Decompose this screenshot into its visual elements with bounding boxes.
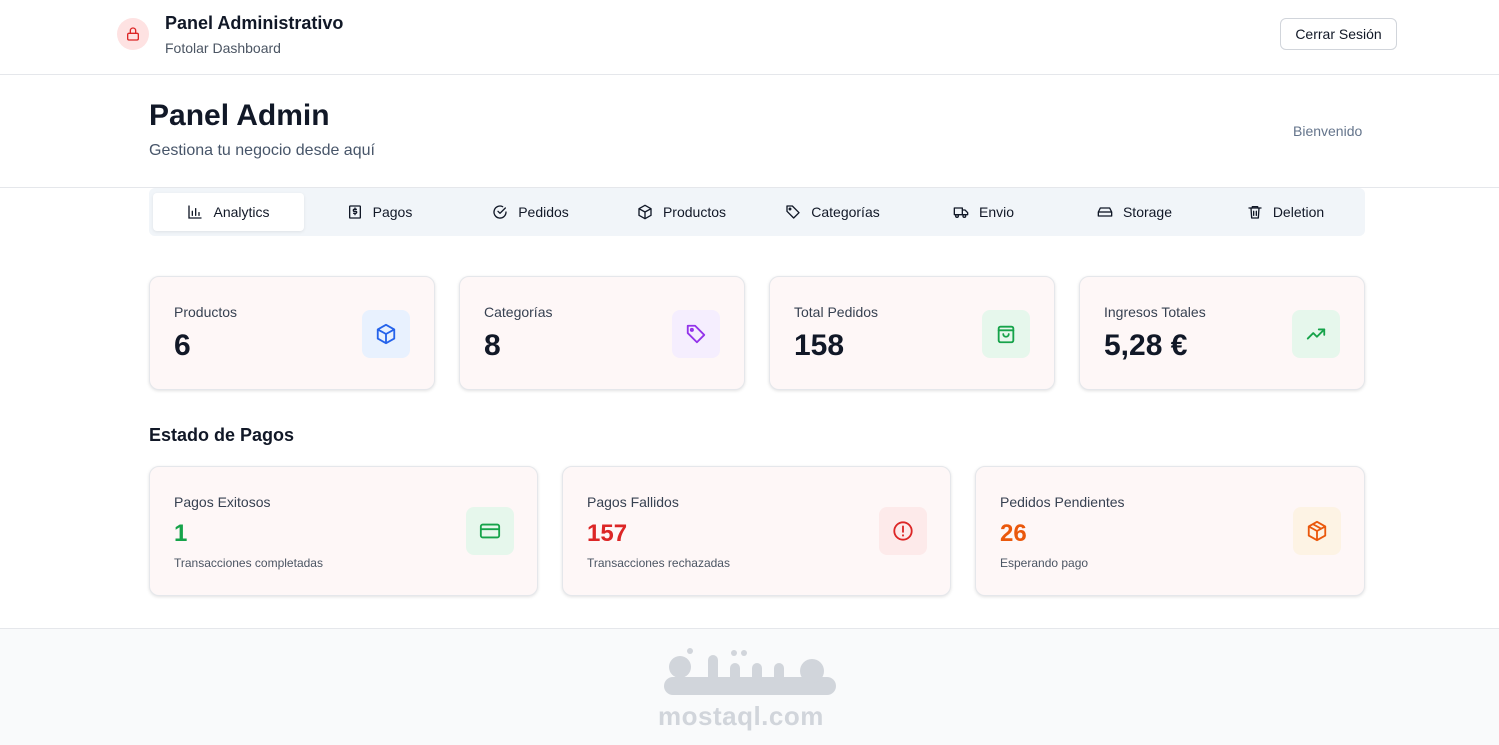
tab-label: Envio <box>978 204 1015 220</box>
tab-envio[interactable]: Envio <box>908 193 1059 231</box>
logout-button[interactable]: Cerrar Sesión <box>1280 18 1397 50</box>
tab-bar: Analytics Pagos Pedidos Productos Catego… <box>149 188 1365 236</box>
tab-productos[interactable]: Productos <box>606 193 757 231</box>
stat-card-productos: Productos 6 <box>149 276 435 390</box>
tab-label: Storage <box>1122 204 1173 220</box>
page-title: Panel Admin <box>149 99 330 132</box>
lock-icon <box>117 18 149 50</box>
payment-desc: Esperando pago <box>1000 556 1089 570</box>
welcome-text: Bienvenido <box>1293 123 1363 139</box>
footer: mostaql.com <box>0 628 1499 745</box>
watermark-text: mostaql.com <box>658 701 824 731</box>
top-header: Panel Administrativo Fotolar Dashboard C… <box>0 0 1499 75</box>
package-icon <box>1293 507 1341 555</box>
tab-label: Pedidos <box>518 204 569 220</box>
stat-value: 5,28 € <box>1104 329 1188 362</box>
stat-label: Productos <box>174 304 238 320</box>
tab-label: Deletion <box>1272 204 1325 220</box>
check-circle-icon <box>493 205 507 219</box>
stat-value: 8 <box>484 329 501 362</box>
tab-label: Analytics <box>213 204 270 220</box>
stat-value: 158 <box>794 329 845 362</box>
package-icon <box>638 204 652 220</box>
alert-circle-icon <box>879 507 927 555</box>
page-heading: Panel Admin Gestiona tu negocio desde aq… <box>0 75 1499 188</box>
stat-card-ingresos: Ingresos Totales 5,28 € <box>1079 276 1365 390</box>
payment-card-exitosos: Pagos Exitosos 1 Transacciones completad… <box>149 466 538 596</box>
stat-label: Total Pedidos <box>794 304 879 320</box>
stat-label: Ingresos Totales <box>1104 304 1206 320</box>
tab-label: Pagos <box>372 204 413 220</box>
payment-card-pendientes: Pedidos Pendientes 26 Esperando pago <box>975 466 1365 596</box>
tab-deletion[interactable]: Deletion <box>1210 193 1361 231</box>
mostaql-logo-watermark <box>660 647 840 707</box>
payment-value: 26 <box>1000 520 1027 547</box>
shopping-bag-icon <box>982 310 1030 358</box>
tab-pagos[interactable]: Pagos <box>304 193 455 231</box>
app-title: Panel Administrativo <box>165 13 344 33</box>
tab-analytics[interactable]: Analytics <box>153 193 304 231</box>
trending-up-icon <box>1292 310 1340 358</box>
stat-card-total-pedidos: Total Pedidos 158 <box>769 276 1055 390</box>
payment-desc: Transacciones rechazadas <box>587 556 730 570</box>
app-subtitle: Fotolar Dashboard <box>165 40 281 56</box>
tab-pedidos[interactable]: Pedidos <box>455 193 606 231</box>
receipt-icon <box>348 205 361 219</box>
payment-value: 1 <box>174 520 188 547</box>
bar-chart-icon <box>188 205 203 219</box>
truck-icon <box>953 207 969 218</box>
tab-categorias[interactable]: Categorías <box>757 193 908 231</box>
payment-label: Pagos Exitosos <box>174 494 271 510</box>
section-title: Estado de Pagos <box>149 425 295 445</box>
stat-value: 6 <box>174 329 191 362</box>
payment-desc: Transacciones completadas <box>174 556 323 570</box>
trash-icon <box>1248 206 1262 219</box>
payment-value: 157 <box>587 520 628 547</box>
payment-label: Pagos Fallidos <box>587 494 679 510</box>
payment-card-fallidos: Pagos Fallidos 157 Transacciones rechaza… <box>562 466 951 596</box>
tab-label: Productos <box>662 204 727 220</box>
payment-label: Pedidos Pendientes <box>1000 494 1125 510</box>
tab-label: Categorías <box>811 204 880 220</box>
credit-card-icon <box>466 507 514 555</box>
stat-card-categorias: Categorías 8 <box>459 276 745 390</box>
tag-icon <box>786 205 800 219</box>
package-icon <box>362 310 410 358</box>
hard-drive-icon <box>1097 207 1113 217</box>
page-subtitle: Gestiona tu negocio desde aquí <box>149 142 375 159</box>
tag-icon <box>672 310 720 358</box>
tab-storage[interactable]: Storage <box>1059 193 1210 231</box>
stat-label: Categorías <box>484 304 553 320</box>
